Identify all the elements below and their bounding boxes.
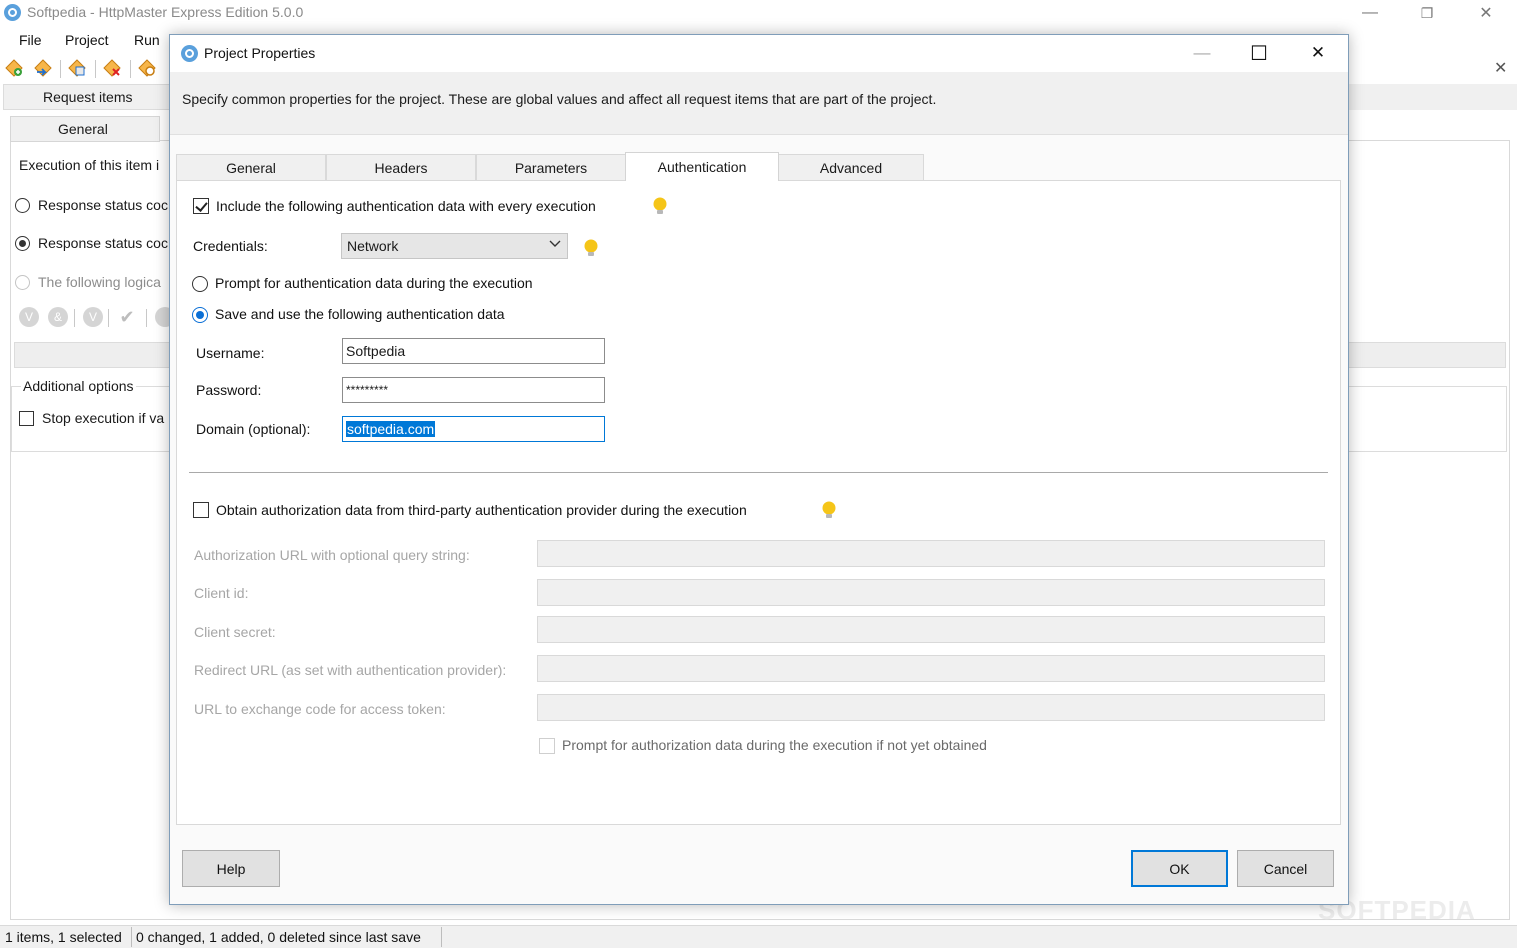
cancel-button[interactable]: Cancel — [1237, 850, 1334, 887]
exchange-url-field[interactable] — [537, 694, 1325, 721]
toolbar-separator — [74, 309, 75, 327]
tab-strip — [1348, 84, 1517, 110]
tab-advanced[interactable]: Advanced — [778, 154, 924, 181]
auth-url-field[interactable] — [537, 540, 1325, 567]
redirect-url-field[interactable] — [537, 655, 1325, 682]
tab-parameters[interactable]: Parameters — [476, 154, 626, 181]
domain-field-selected-text: softpedia.com — [346, 421, 436, 437]
save-auth-radio[interactable] — [192, 307, 208, 323]
username-field[interactable]: Softpedia — [342, 338, 605, 364]
item-settings-icon[interactable] — [137, 58, 157, 78]
obtain-auth-checkbox[interactable] — [193, 502, 209, 518]
dialog-app-icon — [181, 45, 198, 62]
stop-execution-label: Stop execution if va — [42, 410, 165, 426]
window-minimize-button[interactable]: — — [1342, 0, 1398, 26]
window-restore-button[interactable]: ❐ — [1399, 0, 1455, 26]
chevron-down-icon — [549, 240, 561, 247]
tab-request-items-label: Request items — [43, 89, 133, 105]
menu-project[interactable]: Project — [65, 32, 109, 48]
response-status-radio[interactable] — [15, 198, 30, 213]
logical-condition-radio[interactable] — [15, 275, 30, 290]
tab-general[interactable]: General — [176, 154, 326, 181]
include-auth-label: Include the following authentication dat… — [216, 198, 596, 214]
status-separator — [441, 927, 442, 947]
window-close-button[interactable]: ✕ — [1458, 0, 1514, 26]
toolbar-separator — [108, 309, 109, 327]
app-logo-icon — [4, 4, 21, 21]
tab-authentication[interactable]: Authentication — [625, 152, 779, 181]
copy-item-icon[interactable] — [67, 58, 87, 78]
include-auth-checkbox[interactable] — [193, 198, 209, 214]
hint-bulb-icon[interactable] — [821, 501, 837, 521]
menu-run[interactable]: Run — [134, 32, 160, 48]
response-status-radio-selected[interactable] — [15, 236, 30, 251]
logical-condition-label: The following logica — [38, 274, 161, 290]
toolbar-separator — [146, 309, 147, 327]
panel-close-icon[interactable]: ✕ — [1494, 58, 1507, 78]
obtain-auth-label: Obtain authorization data from third-par… — [216, 502, 747, 518]
prompt-if-not-obtained-label: Prompt for authorization data during the… — [562, 737, 987, 753]
condition-button[interactable]: V — [83, 307, 103, 327]
dialog-close-button[interactable]: ✕ — [1298, 40, 1338, 66]
domain-field[interactable]: softpedia.com — [342, 416, 605, 442]
checkmark-icon[interactable]: ✔ — [117, 307, 137, 327]
password-label: Password: — [196, 382, 262, 398]
response-status-label: Response status coc — [38, 235, 168, 251]
stop-execution-checkbox[interactable] — [19, 411, 34, 426]
import-item-icon[interactable] — [33, 58, 53, 78]
client-id-label: Client id: — [194, 585, 249, 601]
execution-label: Execution of this item i — [19, 157, 160, 173]
condition-button[interactable]: & — [48, 307, 68, 327]
client-secret-field[interactable] — [537, 616, 1325, 643]
prompt-auth-label: Prompt for authentication data during th… — [215, 275, 533, 291]
hint-bulb-icon[interactable] — [583, 239, 599, 259]
tab-general-bg-label: General — [58, 121, 108, 137]
credentials-select[interactable]: Network — [341, 233, 568, 259]
additional-options-label: Additional options — [21, 378, 136, 394]
credentials-label: Credentials: — [193, 238, 268, 254]
app-title: Softpedia - HttpMaster Express Edition 5… — [27, 4, 304, 20]
dialog-title: Project Properties — [204, 45, 316, 61]
client-id-field[interactable] — [537, 579, 1325, 606]
status-changes: 0 changed, 1 added, 0 deleted since last… — [136, 929, 421, 945]
tab-headers[interactable]: Headers — [326, 154, 476, 181]
menu-file[interactable]: File — [19, 32, 42, 48]
delete-item-icon[interactable] — [102, 58, 122, 78]
save-auth-label: Save and use the following authenticatio… — [215, 306, 505, 322]
ok-button[interactable]: OK — [1131, 850, 1228, 887]
status-separator — [131, 927, 132, 947]
section-divider — [189, 472, 1328, 473]
domain-label: Domain (optional): — [196, 421, 311, 437]
add-item-icon[interactable] — [4, 58, 24, 78]
hint-bulb-icon[interactable] — [652, 197, 668, 217]
prompt-auth-radio[interactable] — [192, 276, 208, 292]
password-field[interactable]: ********* — [342, 377, 605, 403]
prompt-if-not-obtained-checkbox[interactable] — [539, 738, 555, 754]
exchange-url-label: URL to exchange code for access token: — [194, 701, 446, 717]
auth-url-label: Authorization URL with optional query st… — [194, 547, 470, 563]
toolbar — [0, 55, 170, 81]
dialog-titlebar — [170, 35, 1348, 72]
dialog-minimize-button[interactable]: — — [1182, 40, 1222, 66]
username-label: Username: — [196, 345, 265, 361]
toolbar-separator — [130, 60, 131, 78]
dialog-maximize-button[interactable]: ☐ — [1239, 40, 1279, 66]
toolbar-separator — [95, 60, 96, 78]
response-status-label: Response status coc — [38, 197, 168, 213]
client-secret-label: Client secret: — [194, 624, 276, 640]
status-items: 1 items, 1 selected — [5, 929, 122, 945]
redirect-url-label: Redirect URL (as set with authentication… — [194, 662, 507, 678]
dialog-description: Specify common properties for the projec… — [182, 91, 937, 107]
toolbar-separator — [60, 60, 61, 78]
help-button[interactable]: Help — [182, 850, 280, 887]
condition-button[interactable]: V — [19, 307, 39, 327]
